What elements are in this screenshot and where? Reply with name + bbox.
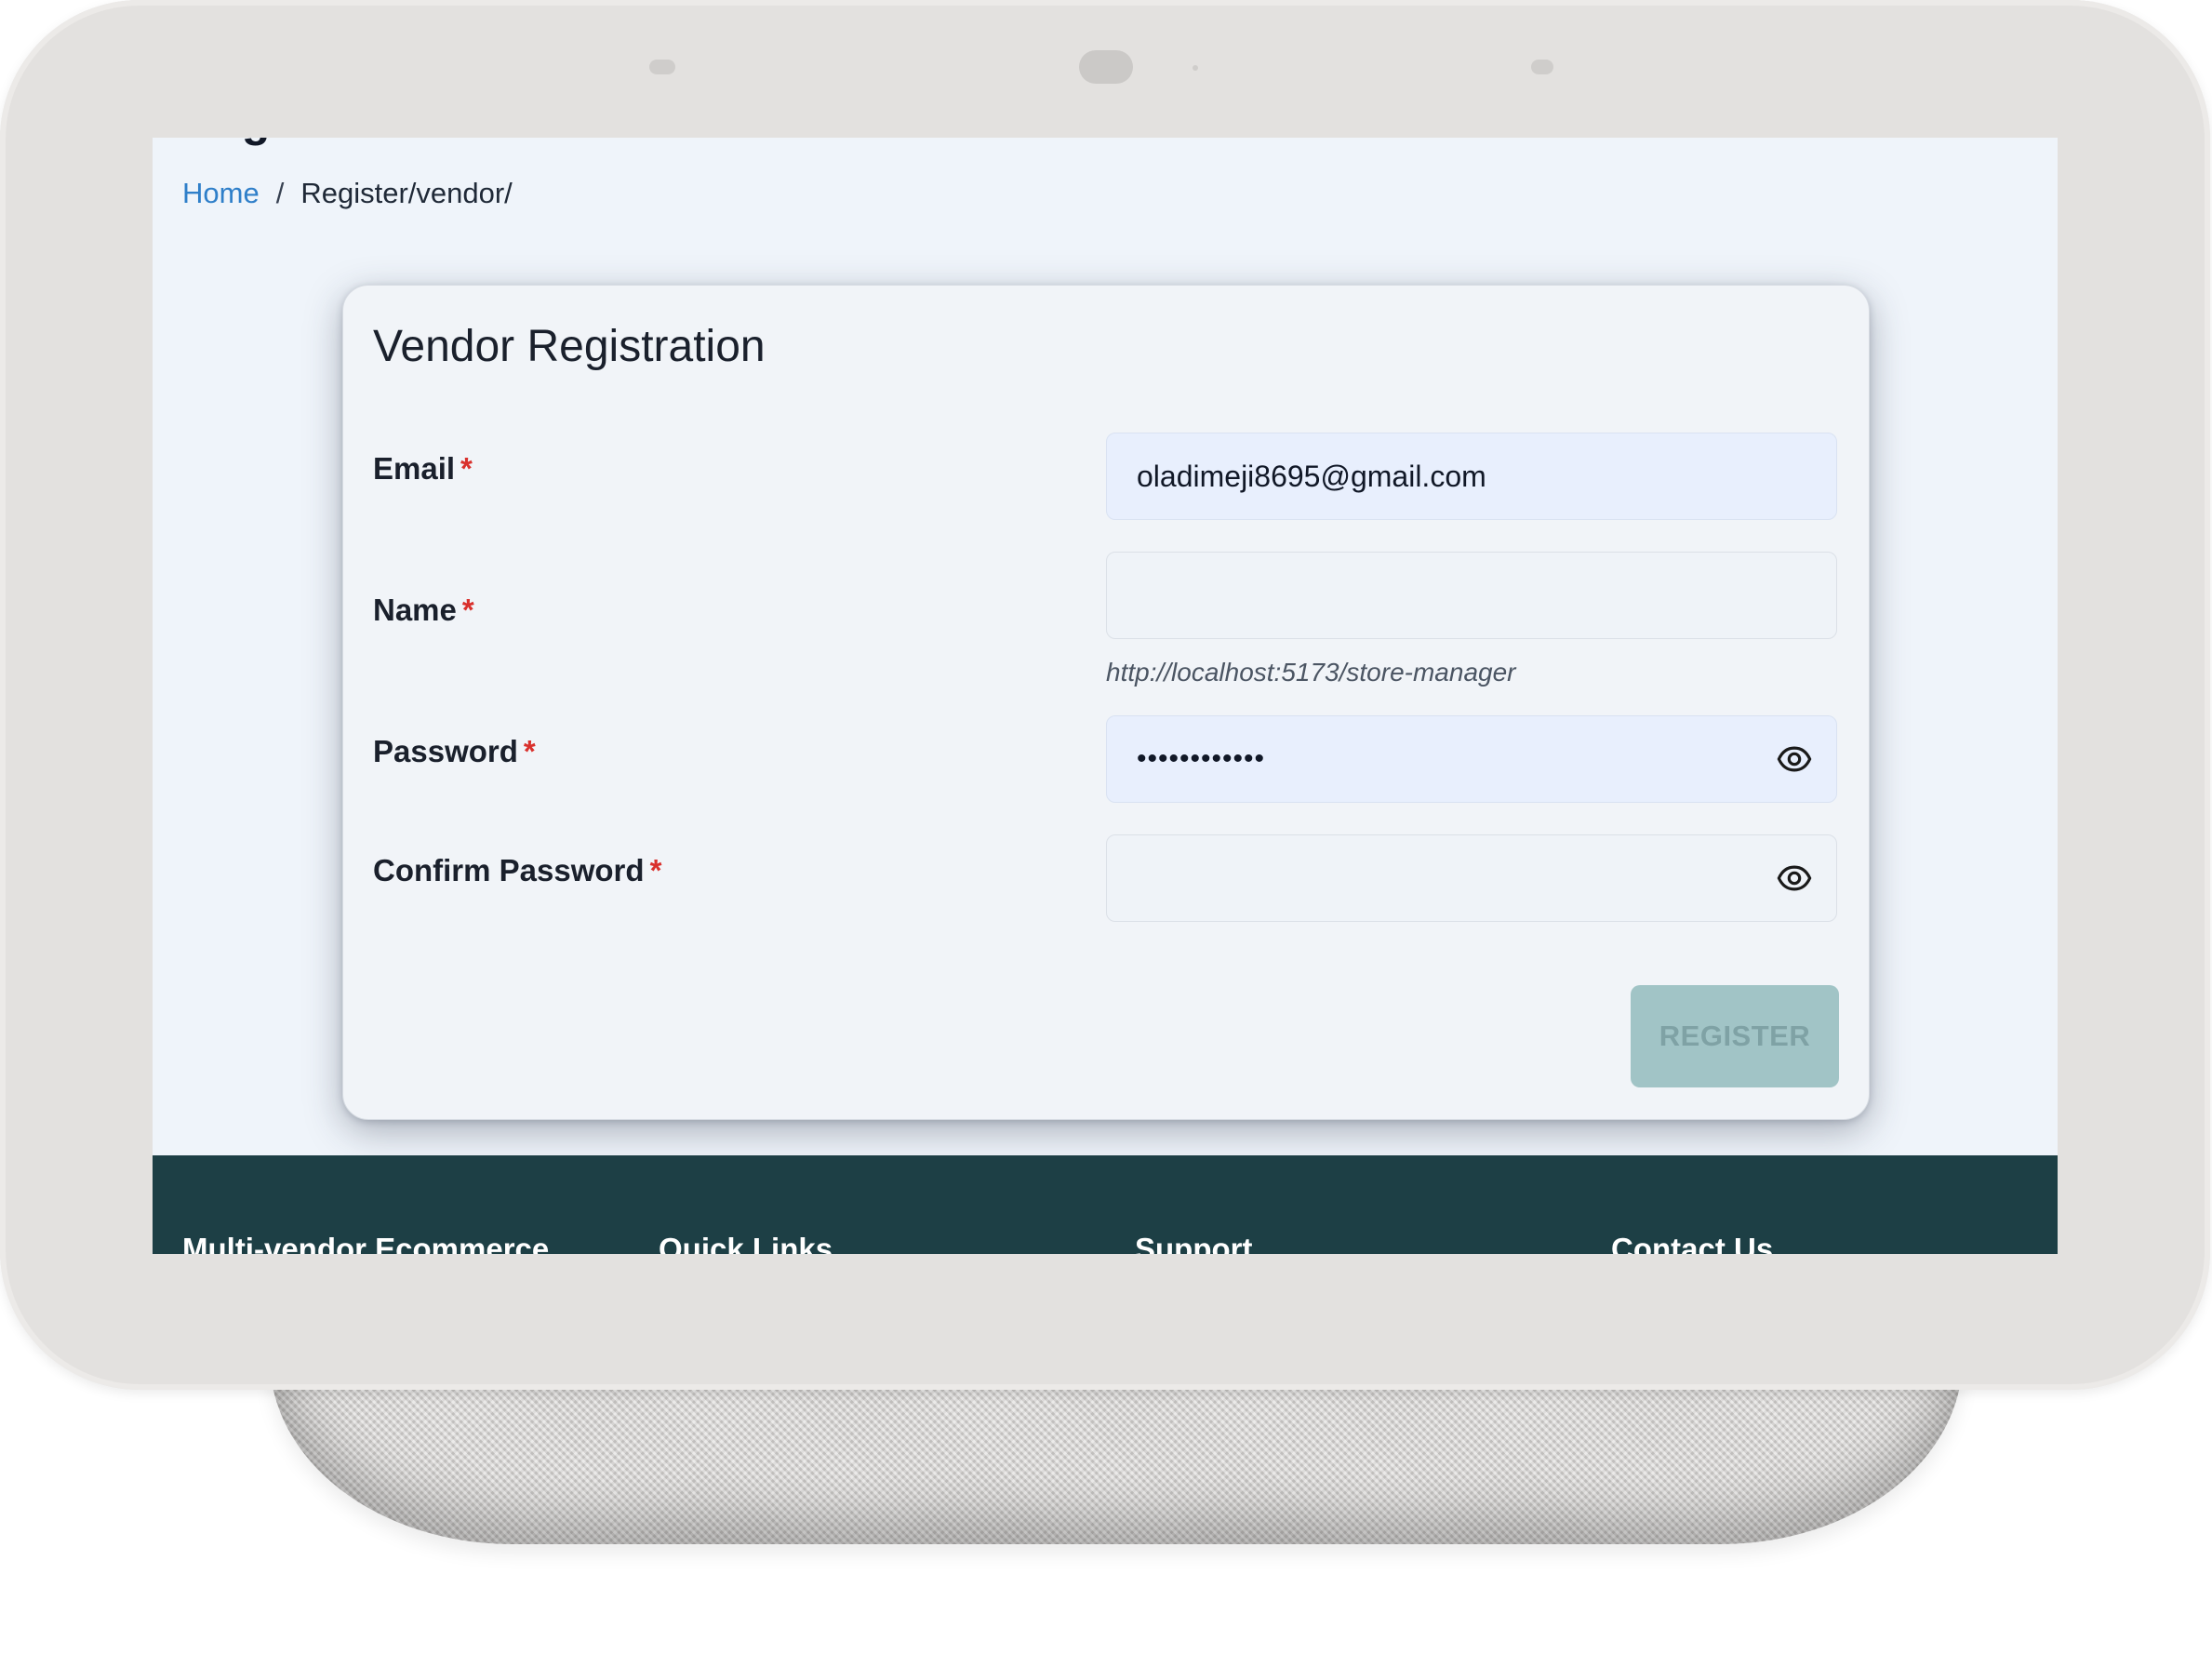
name-hint: http://localhost:5173/store-manager: [1106, 658, 1516, 687]
footer-heading-support: Support: [1135, 1232, 1253, 1254]
confirm-password-field[interactable]: [1106, 834, 1837, 922]
camera-icon: [1079, 50, 1133, 84]
required-mark: *: [461, 593, 474, 627]
form-title: Vendor Registration: [373, 322, 766, 371]
password-label: Password *: [373, 734, 536, 769]
screen: Register Home / Register/vendor/ Vendor …: [153, 138, 2058, 1254]
show-password-eye-icon[interactable]: [1777, 741, 1812, 777]
confirm-password-label: Confirm Password *: [373, 853, 661, 888]
breadcrumb-current: Register/vendor/: [300, 177, 513, 209]
required-mark: *: [523, 734, 536, 768]
email-value: oladimeji8695@gmail.com: [1137, 459, 1486, 493]
vendor-registration-card: Vendor Registration Email * oladimeji8695…: [342, 285, 1870, 1120]
required-mark: *: [460, 451, 473, 486]
name-label-text: Name: [373, 593, 457, 627]
confirm-password-label-text: Confirm Password: [373, 853, 645, 887]
required-mark: *: [649, 853, 662, 887]
indicator-dot-icon: [1193, 65, 1198, 71]
breadcrumb-separator: /: [275, 177, 285, 209]
site-footer: Multi-vendor Ecommerce Quick Links Suppo…: [153, 1155, 2058, 1254]
email-field[interactable]: oladimeji8695@gmail.com: [1106, 433, 1837, 520]
password-value: ••••••••••••: [1137, 743, 1266, 774]
breadcrumb-home-link[interactable]: Home: [182, 177, 260, 210]
footer-heading-brand: Multi-vendor Ecommerce: [182, 1232, 550, 1254]
email-label-text: Email: [373, 451, 456, 486]
microphone-icon: [1531, 60, 1553, 74]
name-field[interactable]: [1106, 552, 1837, 639]
breadcrumb: Home / Register/vendor/: [182, 177, 513, 210]
password-label-text: Password: [373, 734, 518, 768]
show-confirm-password-eye-icon[interactable]: [1777, 860, 1812, 896]
smart-display-device: Register Home / Register/vendor/ Vendor …: [0, 0, 2212, 1667]
register-button[interactable]: REGISTER: [1631, 985, 1839, 1087]
name-label: Name *: [373, 593, 474, 628]
password-field[interactable]: ••••••••••••: [1106, 715, 1837, 803]
page-title: Register: [182, 138, 368, 147]
footer-heading-contact-us: Contact Us: [1611, 1232, 1774, 1254]
light-sensor-icon: [649, 60, 675, 74]
email-label: Email *: [373, 451, 473, 487]
footer-heading-quick-links: Quick Links: [659, 1232, 833, 1254]
